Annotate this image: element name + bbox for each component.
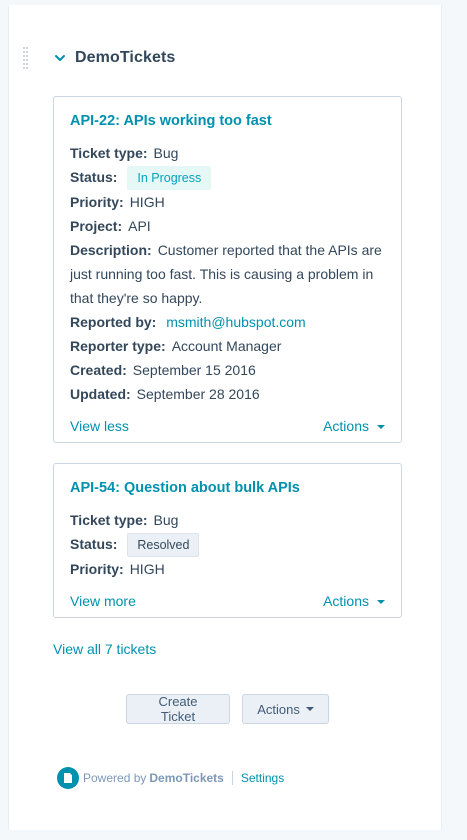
crm-sidebar-card: DemoTickets API-22: APIs working too fas… xyxy=(8,5,442,830)
section-header[interactable]: DemoTickets xyxy=(53,49,175,67)
actions-label: Actions xyxy=(323,418,369,434)
brand-name: DemoTickets xyxy=(149,771,224,785)
field-value: HIGH xyxy=(129,194,165,211)
card-actions-dropdown[interactable]: Actions xyxy=(323,418,385,434)
reporter-type-row: Reporter type: Account Manager xyxy=(70,334,385,358)
field-value: API xyxy=(128,218,151,235)
field-label: Reporter type: xyxy=(70,338,166,355)
email-link[interactable]: msmith@hubspot.com xyxy=(166,314,305,330)
card-actions-dropdown[interactable]: Actions xyxy=(323,593,385,609)
card-footer: View less Actions xyxy=(70,418,385,434)
powered-by-footer: Powered by DemoTickets Settings xyxy=(57,767,284,789)
field-value: Account Manager xyxy=(171,338,282,355)
ticket-title-link[interactable]: API-54: Question about bulk APIs xyxy=(70,478,385,498)
caret-down-icon xyxy=(305,707,314,711)
ticket-type-row: Ticket type: Bug xyxy=(70,141,385,165)
status-badge: In Progress xyxy=(127,166,212,191)
button-group: Create Ticket Actions xyxy=(126,694,329,724)
field-label: Project: xyxy=(70,218,123,235)
caret-down-icon xyxy=(377,425,385,429)
field-label: Reported by: xyxy=(70,314,157,331)
field-label: Priority: xyxy=(70,561,124,578)
caret-down-icon xyxy=(377,600,385,604)
section-title: DemoTickets xyxy=(75,49,176,66)
drag-handle-icon[interactable] xyxy=(23,47,29,71)
ticket-card: API-54: Question about bulk APIs Ticket … xyxy=(53,463,402,618)
field-label: Ticket type: xyxy=(70,512,148,528)
create-ticket-button[interactable]: Create Ticket xyxy=(126,694,230,724)
view-all-tickets-link[interactable]: View all 7 tickets xyxy=(53,641,156,657)
ticket-title-link[interactable]: API-22: APIs working too fast xyxy=(70,111,385,131)
field-value: Bug xyxy=(153,512,179,528)
view-less-link[interactable]: View less xyxy=(70,418,129,434)
field-value: September 28 2016 xyxy=(136,386,260,403)
status-badge: Resolved xyxy=(127,533,200,558)
ticket-type-row: Ticket type: Bug xyxy=(70,508,385,532)
created-row: Created: September 15 2016 xyxy=(70,358,385,382)
chevron-down-icon[interactable] xyxy=(53,51,67,65)
field-label: Created: xyxy=(70,362,127,379)
status-row: Status: In Progress xyxy=(70,165,385,191)
field-value: HIGH xyxy=(129,561,165,578)
actions-label: Actions xyxy=(323,593,369,609)
settings-link[interactable]: Settings xyxy=(241,771,284,785)
description-row: Description: Customer reported that the A… xyxy=(70,238,385,310)
field-label: Status: xyxy=(70,536,118,552)
view-more-link[interactable]: View more xyxy=(70,593,136,609)
project-row: Project: API xyxy=(70,214,385,238)
document-icon xyxy=(57,767,79,789)
priority-row: Priority: HIGH xyxy=(70,190,385,214)
field-label: Updated: xyxy=(70,386,131,403)
actions-button-label: Actions xyxy=(257,701,300,717)
reported-by-row: Reported by: msmith@hubspot.com xyxy=(70,310,385,334)
actions-dropdown-button[interactable]: Actions xyxy=(242,694,329,724)
field-label: Status: xyxy=(70,169,118,185)
priority-row: Priority: HIGH xyxy=(70,557,385,581)
card-footer: View more Actions xyxy=(70,593,385,609)
updated-row: Updated: September 28 2016 xyxy=(70,382,385,406)
powered-by-text: Powered by xyxy=(83,771,147,785)
field-value: Bug xyxy=(153,145,179,161)
field-value: September 15 2016 xyxy=(132,362,256,379)
ticket-card: API-22: APIs working too fast Ticket typ… xyxy=(53,96,402,443)
divider xyxy=(231,771,233,785)
field-label: Priority: xyxy=(70,194,124,211)
status-row: Status: Resolved xyxy=(70,532,385,558)
field-label: Ticket type: xyxy=(70,145,148,161)
field-label: Description: xyxy=(70,242,152,259)
